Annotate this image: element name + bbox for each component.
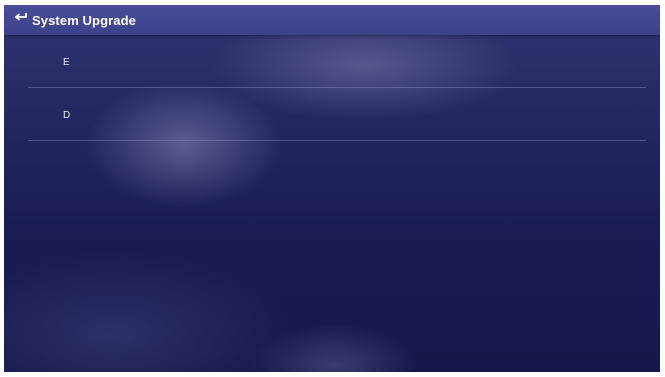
title-bar: System Upgrade bbox=[4, 5, 660, 35]
drive-list: E D bbox=[28, 35, 646, 141]
back-button[interactable] bbox=[10, 5, 32, 35]
list-item-drive-e[interactable]: E bbox=[28, 35, 646, 88]
upgrade-screen: System Upgrade E D bbox=[4, 5, 660, 372]
drive-label: D bbox=[63, 110, 71, 121]
list-item-drive-d[interactable]: D bbox=[28, 88, 646, 141]
page-title: System Upgrade bbox=[32, 12, 136, 28]
drive-label: E bbox=[63, 57, 70, 68]
return-arrow-icon bbox=[14, 11, 28, 29]
